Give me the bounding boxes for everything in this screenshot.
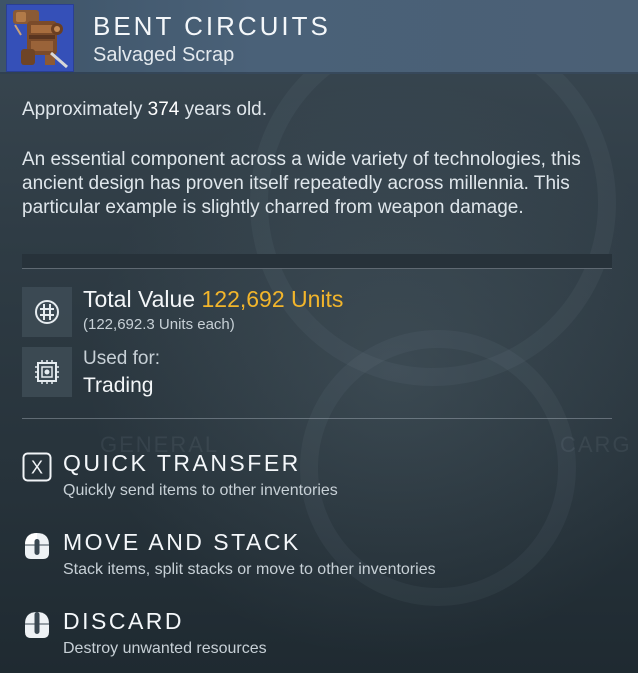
item-header: BENT CIRCUITS Salvaged Scrap	[0, 0, 638, 74]
used-for-value: Trading	[83, 374, 154, 397]
item-icon	[6, 4, 74, 72]
divider-line	[22, 418, 612, 419]
total-value: Total Value 122,692 Units	[83, 286, 343, 313]
quick-transfer-label: QUICK TRANSFER	[63, 450, 301, 476]
x-button-key: X	[31, 458, 43, 478]
value-each: (122,692.3 Units each)	[83, 316, 235, 333]
discard-description: Destroy unwanted resources	[63, 640, 267, 657]
total-value-amount: 122,692 Units	[201, 286, 344, 312]
item-category: Salvaged Scrap	[93, 44, 235, 66]
age-suffix: years old.	[179, 99, 268, 120]
action-move-and-stack[interactable]: MOVE AND STACK Stack items, split stacks…	[22, 529, 582, 585]
age-prefix: Approximately	[22, 99, 148, 120]
age-value: 374	[147, 99, 180, 120]
used-for-label: Used for:	[83, 348, 161, 369]
divider-bar	[22, 254, 612, 269]
quick-transfer-description: Quickly send items to other inventories	[63, 482, 338, 499]
mouse-left-icon	[22, 531, 52, 561]
item-title: BENT CIRCUITS	[93, 11, 331, 41]
mouse-right-icon	[22, 610, 52, 640]
move-and-stack-description: Stack items, split stacks or move to oth…	[63, 561, 436, 578]
units-currency-icon	[22, 287, 72, 337]
total-value-label: Total Value	[83, 286, 196, 312]
x-button-icon: X	[22, 452, 52, 482]
trade-chip-icon	[22, 347, 72, 397]
action-quick-transfer[interactable]: X QUICK TRANSFER Quickly send items to o…	[22, 450, 582, 506]
item-description: An essential component across a wide var…	[22, 149, 581, 218]
move-and-stack-label: MOVE AND STACK	[63, 529, 301, 555]
item-age: Approximately 374 years old.	[22, 99, 267, 121]
discard-label: DISCARD	[63, 608, 185, 634]
action-discard[interactable]: DISCARD Destroy unwanted resources	[22, 608, 582, 664]
